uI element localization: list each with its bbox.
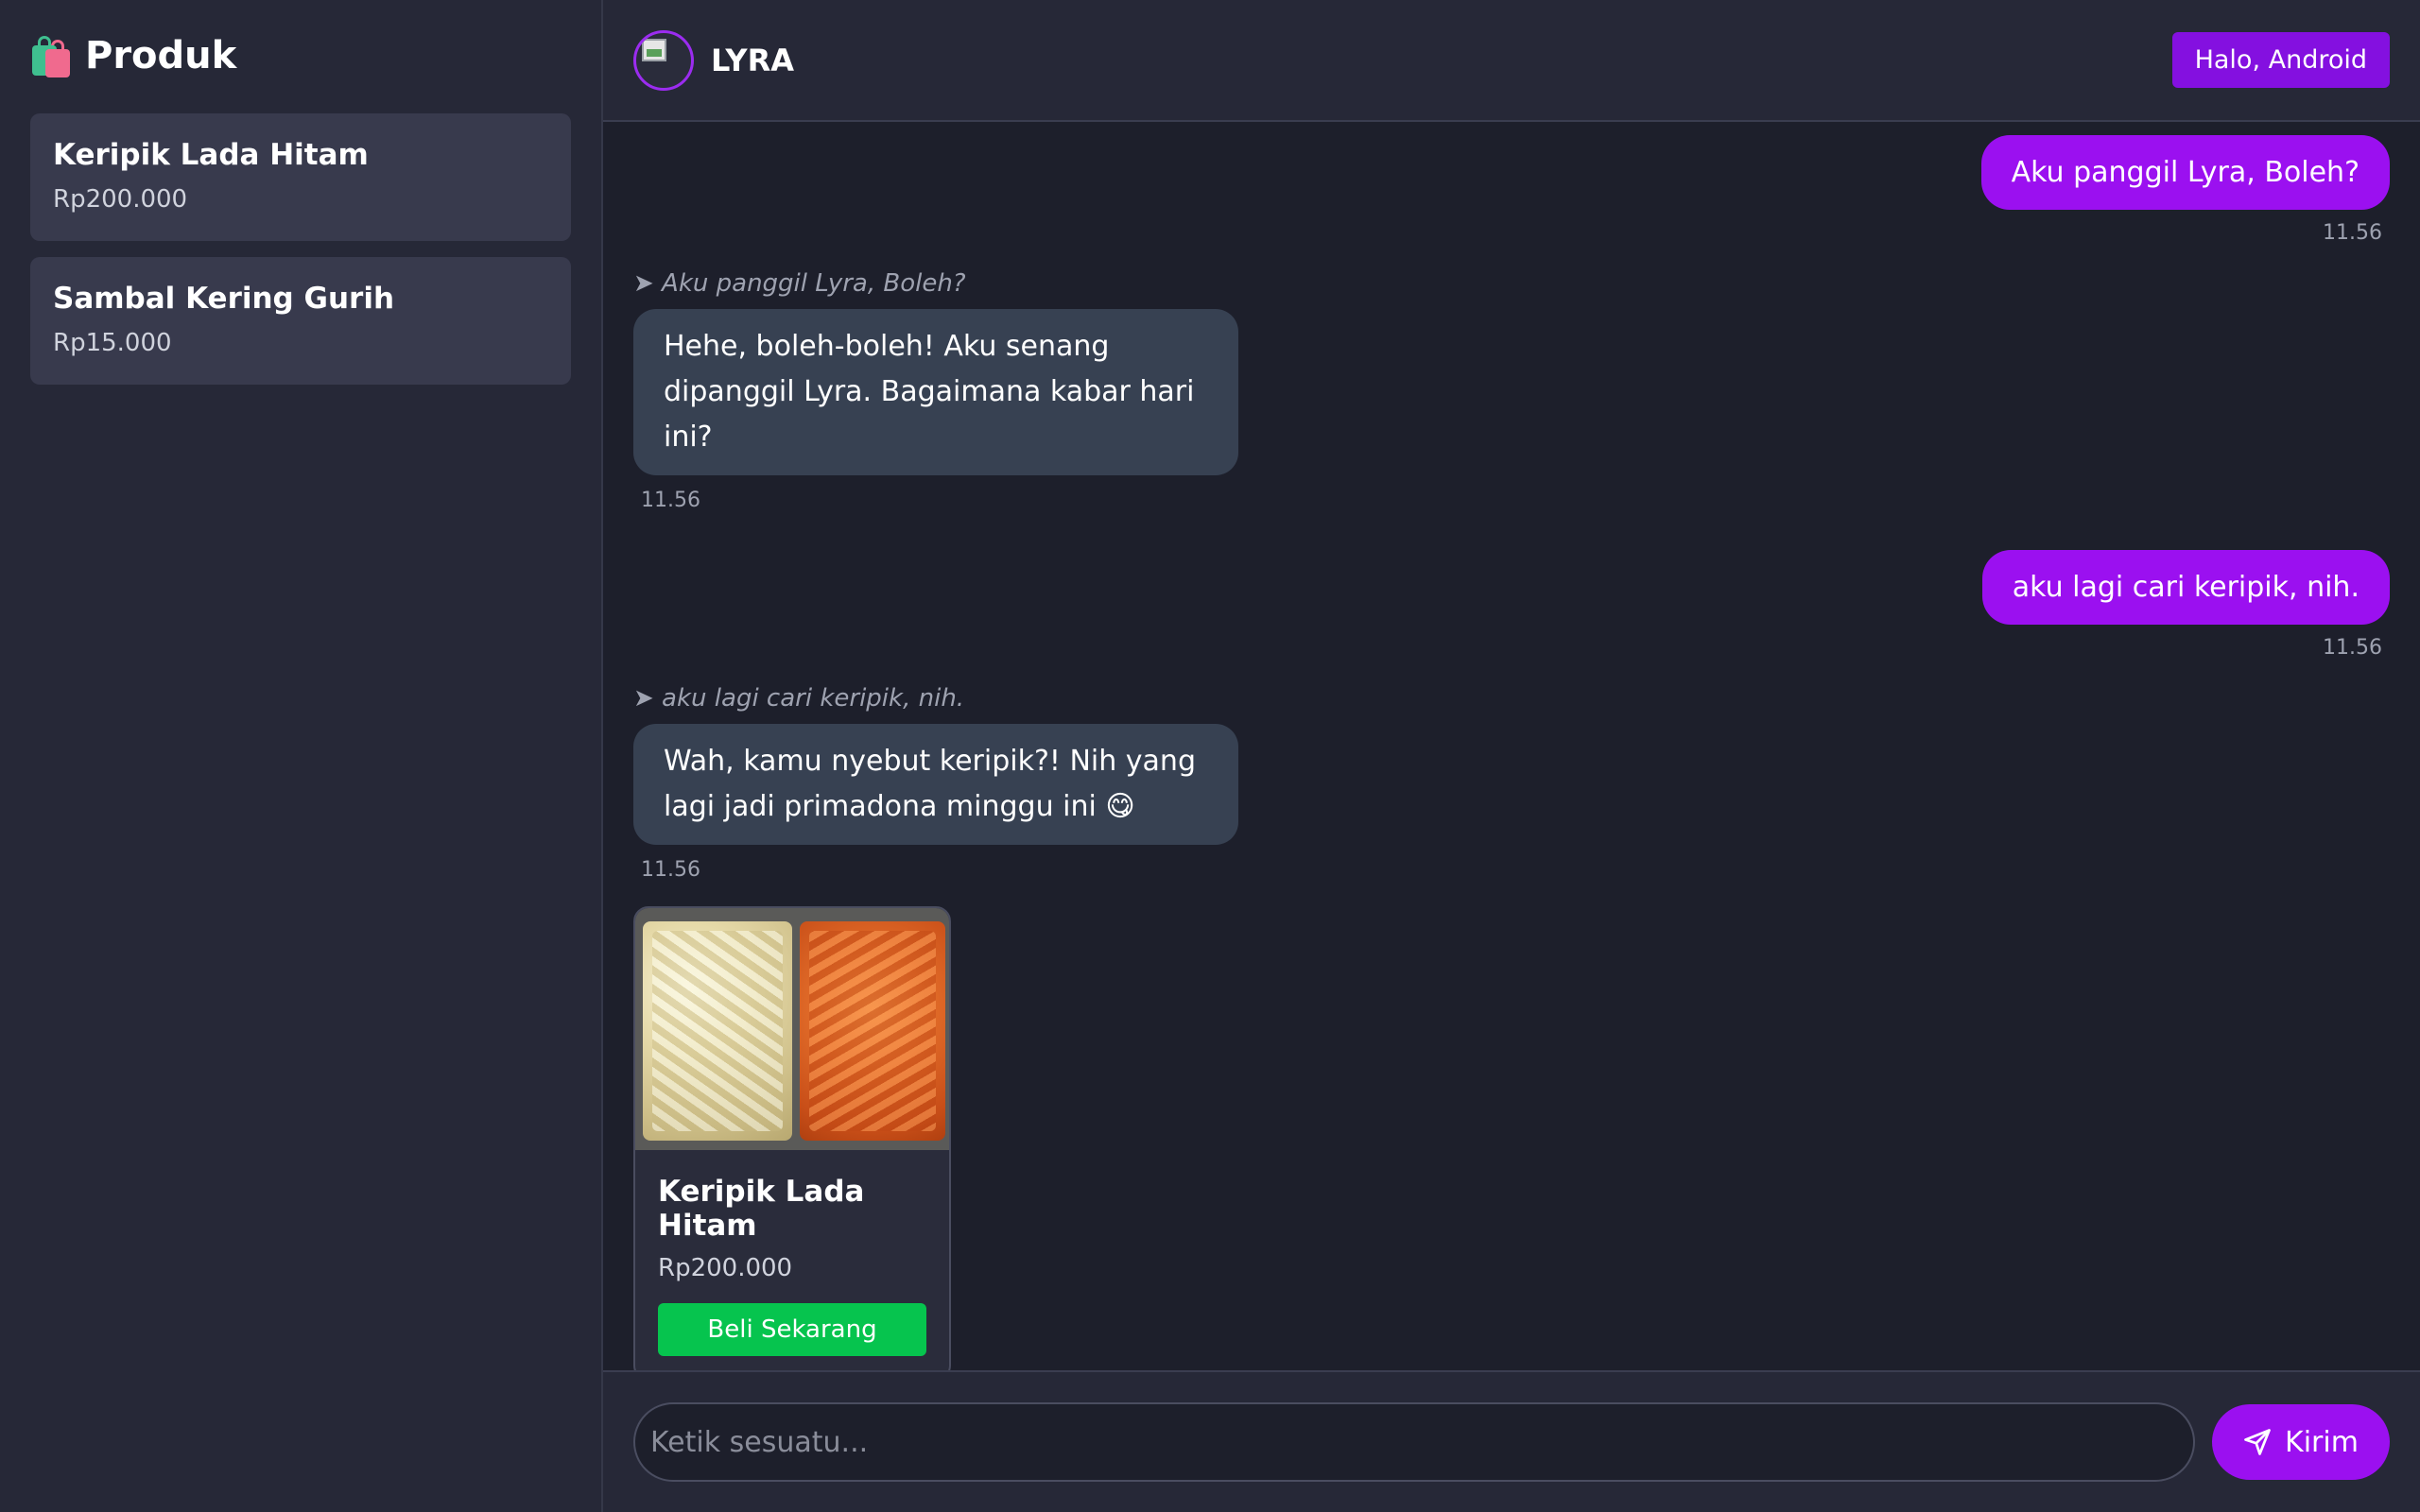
chips-bag-right	[800, 921, 945, 1141]
sidebar-title-text: Produk	[85, 34, 237, 77]
message-bubble: aku lagi cari keripik, nih.	[1981, 550, 2390, 625]
send-label: Kirim	[2285, 1425, 2359, 1459]
sidebar-product-item[interactable]: Sambal Kering Gurih Rp15.000	[30, 257, 571, 385]
message-list[interactable]: Aku panggil Lyra, Boleh? 11.56 ➤ Aku pan…	[603, 122, 2420, 1370]
product-card: Keripik Lada Hitam Rp200.000 Beli Sekara…	[633, 906, 951, 1370]
bot-name: LYRA	[711, 42, 794, 78]
chips-bag-left	[643, 921, 792, 1141]
shopping-bags-icon	[30, 34, 72, 77]
message-bubble: Wah, kamu nyebut keripik?! Nih yang lagi…	[633, 724, 1238, 845]
buy-now-button[interactable]: Beli Sekarang	[658, 1303, 926, 1356]
product-card-body: Keripik Lada Hitam Rp200.000 Beli Sekara…	[635, 1150, 949, 1370]
user-greeting-badge[interactable]: Halo, Android	[2171, 32, 2390, 88]
send-button[interactable]: Kirim	[2212, 1404, 2390, 1480]
composer: Kirim	[603, 1370, 2420, 1512]
message-incoming: ➤ Aku panggil Lyra, Boleh? Hehe, boleh-b…	[633, 269, 2390, 512]
message-time: 11.56	[641, 489, 700, 512]
sidebar: Produk Keripik Lada Hitam Rp200.000 Samb…	[0, 0, 603, 1512]
product-card-price: Rp200.000	[658, 1254, 793, 1282]
message-time: 11.56	[2323, 221, 2382, 245]
send-icon	[2244, 1429, 2271, 1455]
reply-quote: ➤ Aku panggil Lyra, Boleh?	[633, 269, 966, 298]
app: Produk Keripik Lada Hitam Rp200.000 Samb…	[0, 0, 2420, 1512]
message-time: 11.56	[2323, 636, 2382, 660]
sidebar-title: Produk	[30, 28, 571, 83]
sidebar-product-item[interactable]: Keripik Lada Hitam Rp200.000	[30, 113, 571, 241]
bot-avatar	[633, 29, 694, 91]
message-incoming: ➤ aku lagi cari keripik, nih. Wah, kamu …	[633, 684, 2390, 1370]
product-name: Keripik Lada Hitam	[53, 138, 369, 172]
message-time: 11.56	[641, 858, 700, 882]
message-input[interactable]	[633, 1402, 2195, 1482]
message-bubble: Hehe, boleh-boleh! Aku senang dipanggil …	[633, 309, 1238, 475]
product-image	[635, 908, 949, 1150]
reply-quote: ➤ aku lagi cari keripik, nih.	[633, 684, 965, 713]
product-price: Rp15.000	[53, 329, 172, 357]
message-outgoing: aku lagi cari keripik, nih. 11.56	[633, 550, 2390, 660]
chat-header: LYRA Halo, Android	[603, 0, 2420, 122]
message-outgoing: Aku panggil Lyra, Boleh? 11.56	[633, 135, 2390, 245]
product-name: Sambal Kering Gurih	[53, 282, 395, 316]
broken-image-icon	[642, 38, 666, 61]
chat-main: LYRA Halo, Android Aku panggil Lyra, Bol…	[603, 0, 2420, 1512]
product-price: Rp200.000	[53, 185, 188, 214]
message-bubble: Aku panggil Lyra, Boleh?	[1980, 135, 2390, 210]
product-card-name: Keripik Lada Hitam	[658, 1175, 865, 1243]
bot-identity: LYRA	[633, 29, 794, 91]
